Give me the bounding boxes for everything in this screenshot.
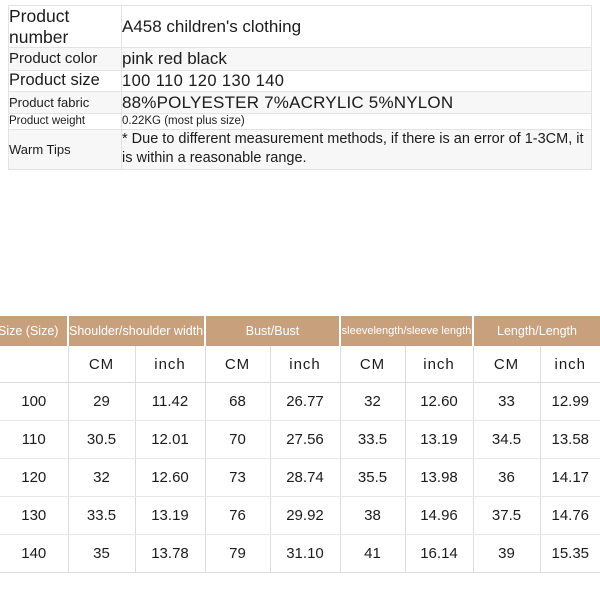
- spec-table-body: Product numberA458 children's clothingPr…: [9, 6, 592, 170]
- measurement-cell: 11.42: [135, 383, 205, 421]
- spec-row: Product weight0.22KG (most plus size): [9, 114, 592, 129]
- size-cell: 140: [0, 535, 68, 573]
- measurement-cell: 12.99: [540, 383, 600, 421]
- size-cell: 120: [0, 459, 68, 497]
- unit-cell-blank: [0, 346, 68, 383]
- size-chart-unit-row: CMinchCMinchCMinchCMinch: [0, 346, 600, 383]
- measurement-cell: 29: [68, 383, 135, 421]
- measurement-cell: 27.56: [270, 421, 340, 459]
- measurement-cell: 73: [205, 459, 270, 497]
- measurement-cell: 41: [340, 535, 405, 573]
- measurement-cell: 34.5: [473, 421, 540, 459]
- size-chart-group-row: Size (Size)Shoulder/shoulder widthBust/B…: [0, 316, 600, 346]
- measurement-cell: 68: [205, 383, 270, 421]
- spec-value: 0.22KG (most plus size): [122, 114, 592, 129]
- product-specification-table: Product numberA458 children's clothingPr…: [8, 5, 592, 170]
- spec-value: pink red black: [122, 48, 592, 70]
- unit-cell: CM: [473, 346, 540, 383]
- spec-label: Product fabric: [9, 92, 122, 114]
- size-cell: 110: [0, 421, 68, 459]
- spec-value: A458 children's clothing: [122, 6, 592, 48]
- spec-label: Warm Tips: [9, 129, 122, 169]
- measurement-cell: 16.14: [405, 535, 473, 573]
- measurement-cell: 36: [473, 459, 540, 497]
- measurement-cell: 32: [68, 459, 135, 497]
- unit-cell: inch: [540, 346, 600, 383]
- measurement-cell: 38: [340, 497, 405, 535]
- measurement-cell: 33: [473, 383, 540, 421]
- size-table-row: 1002911.426826.773212.603312.99: [0, 383, 600, 421]
- measurement-cell: 35.5: [340, 459, 405, 497]
- measurement-cell: 14.17: [540, 459, 600, 497]
- measurement-cell: 29.92: [270, 497, 340, 535]
- measurement-cell: 33.5: [340, 421, 405, 459]
- measurement-cell: 13.19: [405, 421, 473, 459]
- measurement-cell: 70: [205, 421, 270, 459]
- measurement-cell: 76: [205, 497, 270, 535]
- unit-cell: inch: [135, 346, 205, 383]
- spec-value: * Due to different measurement methods, …: [122, 129, 592, 169]
- measurement-cell: 13.19: [135, 497, 205, 535]
- spec-row: Product colorpink red black: [9, 48, 592, 70]
- size-cell: 130: [0, 497, 68, 535]
- size-group-header: Bust/Bust: [205, 316, 340, 346]
- measurement-cell: 79: [205, 535, 270, 573]
- measurement-cell: 30.5: [68, 421, 135, 459]
- measurement-cell: 12.60: [135, 459, 205, 497]
- spec-label: Product size: [9, 70, 122, 92]
- size-group-header: sleevelength/sleeve length: [340, 316, 473, 346]
- unit-cell: CM: [205, 346, 270, 383]
- measurement-cell: 12.60: [405, 383, 473, 421]
- spec-row: Product fabric88%POLYESTER 7%ACRYLIC 5%N…: [9, 92, 592, 114]
- measurement-cell: 26.77: [270, 383, 340, 421]
- size-table-row: 1403513.787931.104116.143915.35: [0, 535, 600, 573]
- spec-label: Product number: [9, 6, 122, 48]
- spec-row: Product size100 110 120 130 140: [9, 70, 592, 92]
- measurement-cell: 14.76: [540, 497, 600, 535]
- measurement-cell: 31.10: [270, 535, 340, 573]
- unit-cell: CM: [340, 346, 405, 383]
- size-group-header: Shoulder/shoulder width: [68, 316, 205, 346]
- size-chart-head: Size (Size)Shoulder/shoulder widthBust/B…: [0, 316, 600, 383]
- size-chart-body: 1002911.426826.773212.603312.9911030.512…: [0, 383, 600, 573]
- spec-row: Warm Tips* Due to different measurement …: [9, 129, 592, 169]
- unit-cell: inch: [270, 346, 340, 383]
- unit-cell: inch: [405, 346, 473, 383]
- measurement-cell: 15.35: [540, 535, 600, 573]
- size-table-row: 1203212.607328.7435.513.983614.17: [0, 459, 600, 497]
- spec-label: Product color: [9, 48, 122, 70]
- spec-value: 88%POLYESTER 7%ACRYLIC 5%NYLON: [122, 92, 592, 114]
- unit-cell: CM: [68, 346, 135, 383]
- spec-row: Product numberA458 children's clothing: [9, 6, 592, 48]
- measurement-cell: 37.5: [473, 497, 540, 535]
- measurement-cell: 13.98: [405, 459, 473, 497]
- measurement-cell: 35: [68, 535, 135, 573]
- measurement-cell: 32: [340, 383, 405, 421]
- measurement-cell: 28.74: [270, 459, 340, 497]
- measurement-cell: 13.58: [540, 421, 600, 459]
- measurement-cell: 33.5: [68, 497, 135, 535]
- size-table-row: 13033.513.197629.923814.9637.514.76: [0, 497, 600, 535]
- size-cell: 100: [0, 383, 68, 421]
- measurement-cell: 14.96: [405, 497, 473, 535]
- spec-label: Product weight: [9, 114, 122, 129]
- size-group-header: Length/Length: [473, 316, 600, 346]
- spec-value: 100 110 120 130 140: [122, 70, 592, 92]
- size-chart-table: Size (Size)Shoulder/shoulder widthBust/B…: [0, 316, 600, 573]
- measurement-cell: 39: [473, 535, 540, 573]
- product-spec-page: Product numberA458 children's clothingPr…: [0, 0, 600, 600]
- size-table-row: 11030.512.017027.5633.513.1934.513.58: [0, 421, 600, 459]
- measurement-cell: 12.01: [135, 421, 205, 459]
- measurement-cell: 13.78: [135, 535, 205, 573]
- size-group-header: Size (Size): [0, 316, 68, 346]
